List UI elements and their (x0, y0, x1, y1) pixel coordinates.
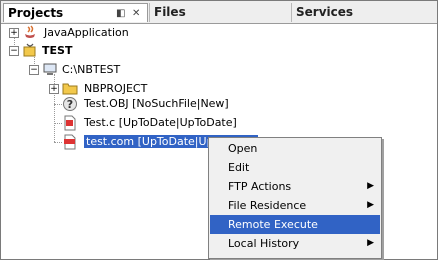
menu-item-label: Edit (228, 161, 250, 174)
tab-files-label: Files (154, 5, 186, 19)
close-tab-icon[interactable]: ✕ (132, 4, 140, 23)
menu-item-remote-execute[interactable]: Remote Execute (210, 215, 380, 234)
menu-item-file-residence[interactable]: File Residence ▶ (210, 196, 380, 215)
tab-services[interactable]: Services (291, 3, 437, 22)
menu-item-open[interactable]: Open (210, 139, 380, 158)
tab-projects-label: Projects (8, 6, 64, 20)
tree-item-file-obj[interactable]: Test.OBJ [NoSuchFile|New] (84, 95, 229, 113)
computer-folder-icon (43, 63, 57, 75)
tree-guide-line (54, 123, 62, 124)
tab-services-label: Services (296, 5, 354, 19)
tree-item-test[interactable]: TEST (42, 42, 72, 60)
unknown-file-glyph: ? (67, 98, 73, 111)
tree-guide-line (54, 142, 62, 143)
folder-icon (62, 83, 78, 95)
context-menu: Open Edit FTP Actions ▶ File Residence ▶… (208, 137, 382, 259)
expand-toggle-java-application[interactable]: + (9, 28, 19, 38)
menu-item-label: Remote Execute (228, 218, 318, 231)
expand-toggle-nbproject[interactable]: + (49, 84, 59, 94)
tree-item-file-c[interactable]: Test.c [UpToDate|UpToDate] (84, 114, 237, 132)
menu-item-ftp-actions[interactable]: FTP Actions ▶ (210, 177, 380, 196)
submenu-arrow-icon: ▶ (367, 238, 374, 248)
menu-item-label: FTP Actions (228, 180, 292, 193)
menu-item-label: File Residence (228, 199, 307, 212)
dcl-file-icon (64, 134, 76, 150)
submenu-arrow-icon: ▶ (367, 181, 374, 191)
tab-strip: Projects ◧ ✕ Files Services (1, 1, 437, 24)
c-source-file-icon (64, 115, 76, 131)
menu-item-label: Local History (228, 237, 300, 250)
java-project-icon (25, 25, 35, 38)
tab-projects[interactable]: Projects ◧ ✕ (3, 3, 148, 22)
expand-toggle-folder-root[interactable]: − (29, 65, 39, 75)
menu-item-edit[interactable]: Edit (210, 158, 380, 177)
unknown-file-icon: ? (63, 97, 77, 111)
tab-files[interactable]: Files (149, 3, 289, 22)
expand-toggle-test[interactable]: − (9, 46, 19, 56)
tree-item-folder-root[interactable]: C:\NBTEST (62, 61, 120, 79)
submenu-arrow-icon: ▶ (367, 200, 374, 210)
project-icon (23, 43, 36, 57)
tree-guide-line (54, 104, 62, 105)
minimize-window-icon[interactable]: ◧ (116, 4, 125, 23)
menu-item-local-history[interactable]: Local History ▶ (210, 234, 380, 253)
tree-item-java-application[interactable]: JavaApplication (44, 24, 129, 42)
menu-item-label: Open (228, 142, 258, 155)
